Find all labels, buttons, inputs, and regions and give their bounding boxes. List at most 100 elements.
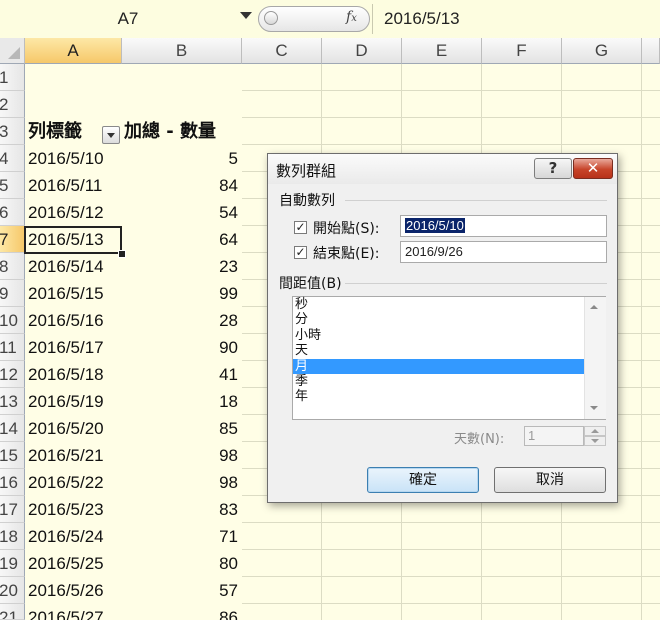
pivot-value-cell[interactable]: 84 (122, 172, 242, 199)
pivot-date-cell[interactable]: 2016/5/27 (25, 604, 122, 620)
spin-up-icon (591, 429, 599, 433)
pivot-value-cell[interactable]: 98 (122, 469, 242, 496)
pivot-value-cell[interactable]: 98 (122, 442, 242, 469)
row-header[interactable]: 8 (0, 253, 25, 280)
column-header-d[interactable]: D (322, 38, 402, 64)
pivot-value-cell[interactable]: 54 (122, 199, 242, 226)
pivot-value-cell[interactable]: 99 (122, 280, 242, 307)
column-header-f[interactable]: F (482, 38, 562, 64)
end-checkbox[interactable]: ✓ (294, 246, 307, 259)
pivot-date-cell[interactable]: 2016/5/17 (25, 334, 122, 361)
listbox-scrollbar[interactable] (584, 297, 606, 419)
pivot-value-cell[interactable]: 64 (122, 226, 242, 253)
select-all-icon (8, 47, 20, 59)
pivot-date-cell[interactable]: 2016/5/21 (25, 442, 122, 469)
formula-bar-grip-icon[interactable] (264, 11, 278, 25)
fx-icon[interactable]: fx (346, 9, 357, 25)
start-checkbox[interactable]: ✓ (294, 221, 307, 234)
column-header-h[interactable] (642, 38, 660, 64)
start-label: 開始點(S): (313, 221, 380, 237)
pivot-date-cell[interactable]: 2016/5/25 (25, 550, 122, 577)
pivot-date-cell[interactable]: 2016/5/15 (25, 280, 122, 307)
column-header-b[interactable]: B (122, 38, 242, 64)
pivot-date-cell[interactable]: 2016/5/23 (25, 496, 122, 523)
row-header[interactable]: 6 (0, 199, 25, 226)
formula-bar-divider (372, 4, 373, 34)
row-header[interactable]: 2 (0, 91, 25, 118)
pivot-value-cell[interactable]: 57 (122, 577, 242, 604)
pivot-value-cell[interactable]: 28 (122, 307, 242, 334)
days-label: 天數(N): (454, 432, 505, 447)
formula-input[interactable]: 2016/5/13 (384, 6, 460, 32)
column-header-a[interactable]: A (25, 38, 122, 64)
ok-button[interactable]: 確定 (367, 467, 479, 493)
interval-option[interactable]: 分 (293, 312, 584, 327)
scroll-down-icon[interactable] (590, 406, 598, 410)
pivot-value-cell[interactable]: 71 (122, 523, 242, 550)
start-value: 2016/5/10 (405, 218, 465, 233)
pivot-date-cell[interactable]: 2016/5/20 (25, 415, 122, 442)
active-cell-border (24, 226, 122, 254)
end-input[interactable]: 2016/9/26 (400, 241, 607, 263)
row-header[interactable]: 21 (0, 604, 25, 620)
auto-group-label: 自動數列 (279, 193, 335, 209)
pivot-value-cell[interactable]: 86 (122, 604, 242, 620)
days-input[interactable]: 1 (524, 426, 584, 446)
row-header[interactable]: 19 (0, 550, 25, 577)
column-header-c[interactable]: C (242, 38, 322, 64)
row-header[interactable]: 9 (0, 280, 25, 307)
pivot-date-cell[interactable]: 2016/5/19 (25, 388, 122, 415)
row-header[interactable]: 18 (0, 523, 25, 550)
row-header[interactable]: 14 (0, 415, 25, 442)
scroll-up-icon[interactable] (590, 305, 598, 309)
help-button[interactable]: ? (534, 158, 572, 179)
row-header[interactable]: 1 (0, 64, 25, 91)
pivot-date-cell[interactable]: 2016/5/10 (25, 145, 122, 172)
column-header-g[interactable]: G (562, 38, 642, 64)
row-header[interactable]: 16 (0, 469, 25, 496)
pivot-date-cell[interactable]: 2016/5/16 (25, 307, 122, 334)
pivot-value-cell[interactable]: 80 (122, 550, 242, 577)
column-header-e[interactable]: E (402, 38, 482, 64)
name-box-dropdown-icon[interactable] (240, 12, 252, 19)
row-header[interactable]: 20 (0, 577, 25, 604)
interval-option[interactable]: 秒 (293, 297, 584, 312)
row-header[interactable]: 11 (0, 334, 25, 361)
pivot-date-cell[interactable]: 2016/5/22 (25, 469, 122, 496)
row-header[interactable]: 12 (0, 361, 25, 388)
pivot-sum-header[interactable]: 加總 - 數量 (122, 118, 242, 145)
row-header[interactable]: 3 (0, 118, 25, 145)
fill-handle[interactable] (118, 250, 126, 258)
pivot-date-cell[interactable]: 2016/5/14 (25, 253, 122, 280)
cancel-button[interactable]: 取消 (494, 467, 606, 493)
pivot-value-cell[interactable]: 23 (122, 253, 242, 280)
dialog-title: 數列群組 (276, 162, 337, 180)
start-input[interactable]: 2016/5/10 (400, 215, 607, 237)
pivot-value-cell[interactable]: 5 (122, 145, 242, 172)
row-header[interactable]: 7 (0, 226, 25, 253)
pivot-value-cell[interactable]: 41 (122, 361, 242, 388)
pivot-value-cell[interactable]: 90 (122, 334, 242, 361)
row-header[interactable]: 4 (0, 145, 25, 172)
pivot-date-cell[interactable]: 2016/5/24 (25, 523, 122, 550)
group-divider (345, 283, 607, 284)
pivot-date-cell[interactable]: 2016/5/18 (25, 361, 122, 388)
row-header[interactable]: 17 (0, 496, 25, 523)
interval-option[interactable]: 小時 (293, 328, 584, 343)
close-button[interactable]: ✕ (573, 158, 613, 179)
pivot-date-cell[interactable]: 2016/5/26 (25, 577, 122, 604)
pivot-value-cell[interactable]: 83 (122, 496, 242, 523)
pivot-value-cell[interactable]: 18 (122, 388, 242, 415)
row-header[interactable]: 5 (0, 172, 25, 199)
interval-option[interactable]: 天 (293, 343, 584, 358)
row-header[interactable]: 15 (0, 442, 25, 469)
interval-option[interactable]: 季 (293, 374, 584, 389)
name-box[interactable]: A7 (0, 6, 256, 32)
pivot-date-cell[interactable]: 2016/5/12 (25, 199, 122, 226)
interval-option-selected[interactable]: 月 (293, 359, 584, 374)
row-header[interactable]: 10 (0, 307, 25, 334)
interval-option[interactable]: 年 (293, 389, 584, 404)
row-header[interactable]: 13 (0, 388, 25, 415)
pivot-date-cell[interactable]: 2016/5/11 (25, 172, 122, 199)
pivot-value-cell[interactable]: 85 (122, 415, 242, 442)
